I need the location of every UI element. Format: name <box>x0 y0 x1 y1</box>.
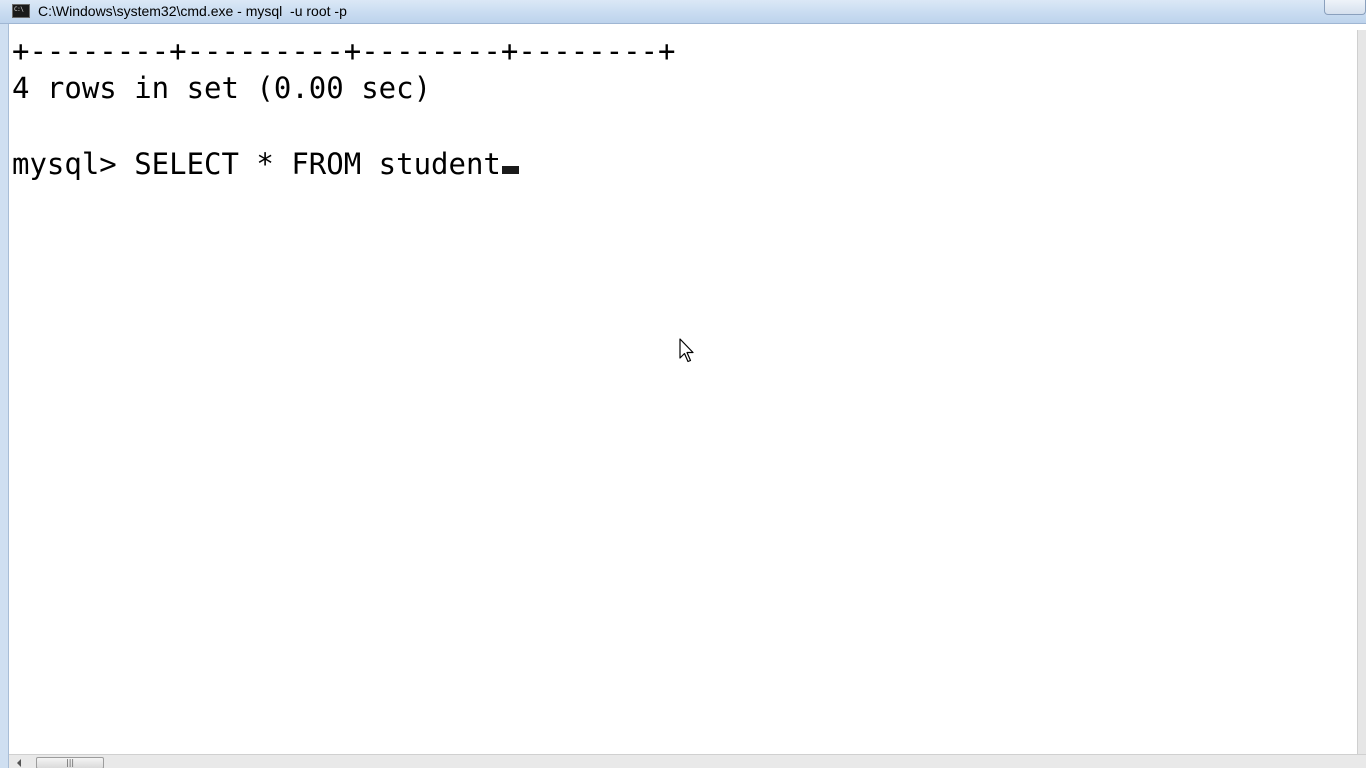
command-line[interactable]: mysql> SELECT * FROM student <box>12 146 519 182</box>
horizontal-scrollbar[interactable]: ||| <box>9 754 1366 768</box>
title-bar[interactable]: C:\ C:\Windows\system32\cmd.exe - mysql … <box>0 0 1366 24</box>
mouse-pointer-icon <box>679 338 694 363</box>
console-output[interactable]: +--------+---------+--------+--------+ 4… <box>9 30 1357 754</box>
window-frame-left <box>0 24 9 768</box>
command-text: mysql> SELECT * FROM student <box>12 147 501 181</box>
console-icon[interactable]: C:\ <box>12 4 30 18</box>
close-button[interactable] <box>1324 0 1366 15</box>
result-summary-line: 4 rows in set (0.00 sec) <box>12 71 432 105</box>
scrollbar-thumb[interactable]: ||| <box>36 757 104 768</box>
table-border-line: +--------+---------+--------+--------+ <box>12 34 676 68</box>
vertical-scrollbar[interactable] <box>1357 30 1366 754</box>
scrollbar-grip-icon: ||| <box>66 758 75 767</box>
console-icon-label: C:\ <box>14 6 24 13</box>
window-title: C:\Windows\system32\cmd.exe - mysql -u r… <box>38 3 347 19</box>
scroll-left-arrow-icon[interactable] <box>17 759 21 767</box>
cmd-window: C:\ C:\Windows\system32\cmd.exe - mysql … <box>0 0 1366 768</box>
text-cursor <box>501 166 519 174</box>
